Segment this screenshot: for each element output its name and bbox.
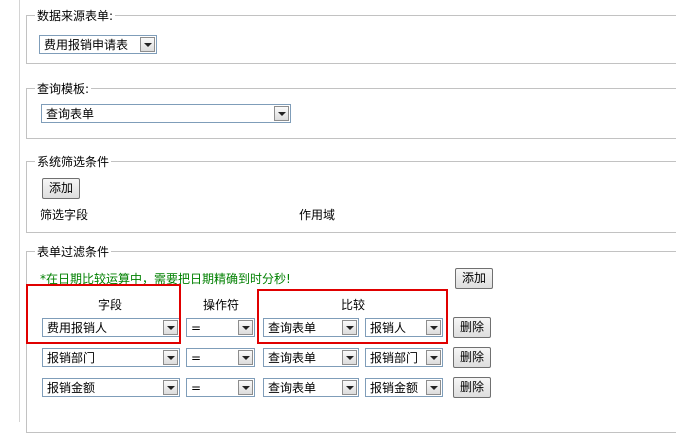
system-filter-fieldset: 系统筛选条件	[26, 153, 676, 233]
row-2-field-select[interactable]: 报销部门	[42, 348, 180, 367]
row-2-operator-value: =	[191, 351, 202, 365]
header-operator: 操作符	[203, 298, 240, 312]
row-2-field-value: 报销部门	[47, 351, 96, 365]
row-3-field-value: 报销金额	[47, 381, 96, 395]
row-2-compare-field-select[interactable]: 报销部门	[365, 348, 443, 367]
chevron-down-icon[interactable]	[163, 380, 178, 395]
source-form-select[interactable]: 费用报销申请表	[39, 35, 157, 54]
source-form-legend: 数据来源表单:	[37, 9, 114, 23]
chevron-down-icon[interactable]	[274, 106, 289, 121]
row-2-compare-field-value: 报销部门	[370, 351, 419, 365]
chevron-down-icon[interactable]	[140, 37, 155, 52]
row-3-compare-field-select[interactable]: 报销金额	[365, 378, 443, 397]
row-1-operator-select[interactable]: =	[186, 318, 255, 337]
chevron-down-icon[interactable]	[238, 380, 253, 395]
field-highlight-box	[26, 284, 181, 344]
query-template-select[interactable]: 查询表单	[41, 104, 291, 123]
row-2-compare-source-select[interactable]: 查询表单	[263, 348, 359, 367]
row-3-delete-button[interactable]: 删除	[453, 377, 492, 398]
row-2-operator-select[interactable]: =	[186, 348, 255, 367]
query-template-select-value: 查询表单	[46, 107, 95, 121]
chevron-down-icon[interactable]	[342, 350, 357, 365]
form-filter-legend: 表单过滤条件	[37, 245, 110, 259]
system-filter-legend: 系统筛选条件	[37, 155, 110, 169]
row-3-compare-source-value: 查询表单	[268, 381, 317, 395]
left-border-line	[19, 0, 20, 422]
chevron-down-icon[interactable]	[163, 350, 178, 365]
source-form-select-value: 费用报销申请表	[44, 38, 129, 52]
row-1-delete-button[interactable]: 删除	[453, 317, 492, 338]
row-3-operator-select[interactable]: =	[186, 378, 255, 397]
row-1-operator-value: =	[191, 321, 202, 335]
row-3-compare-source-select[interactable]: 查询表单	[263, 378, 359, 397]
compare-highlight-box	[257, 289, 448, 344]
row-2-compare-source-value: 查询表单	[268, 351, 317, 365]
form-filter-add-button[interactable]: 添加	[455, 268, 494, 289]
row-3-field-select[interactable]: 报销金额	[42, 378, 180, 397]
row-3-operator-value: =	[191, 381, 202, 395]
row-2-delete-button[interactable]: 删除	[453, 347, 492, 368]
chevron-down-icon[interactable]	[426, 380, 441, 395]
row-3-compare-field-value: 报销金额	[370, 381, 419, 395]
chevron-down-icon[interactable]	[426, 350, 441, 365]
system-filter-col-scope: 作用域	[299, 208, 336, 222]
chevron-down-icon[interactable]	[238, 350, 253, 365]
chevron-down-icon[interactable]	[342, 380, 357, 395]
query-template-legend: 查询模板:	[37, 82, 90, 96]
system-filter-add-button[interactable]: 添加	[42, 178, 81, 199]
chevron-down-icon[interactable]	[238, 320, 253, 335]
system-filter-col-field: 筛选字段	[40, 208, 89, 222]
